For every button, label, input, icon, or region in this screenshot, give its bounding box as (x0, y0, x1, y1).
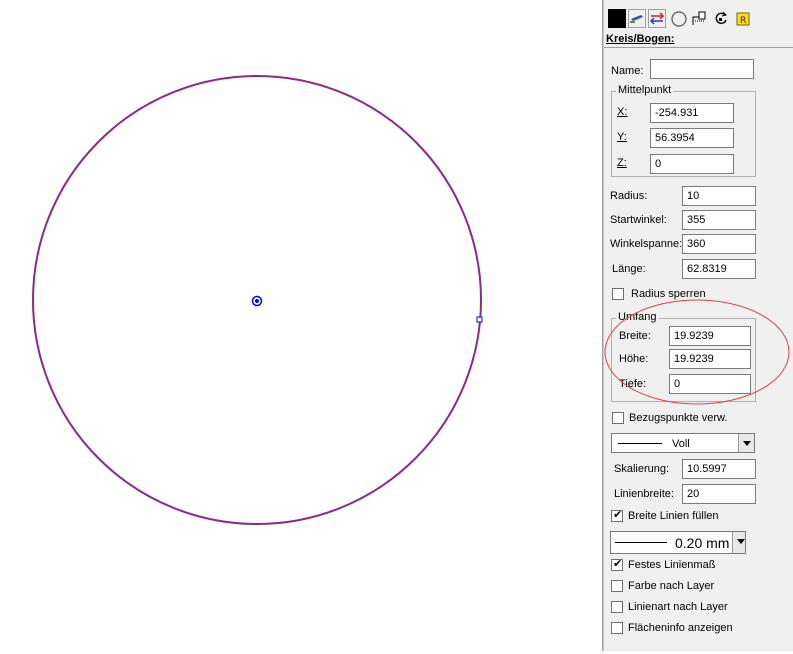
radius-input[interactable]: 10 (682, 186, 756, 206)
skalierung-label: Skalierung: (614, 463, 670, 475)
winkelspanne-label: Winkelspanne: (610, 238, 683, 250)
breite-linien-label[interactable]: Breite Linien füllen (628, 510, 719, 522)
mittelpunkt-legend: Mittelpunkt (616, 84, 674, 96)
breite-linien-checkbox[interactable]: ✔ (611, 509, 623, 522)
linestyle-preview-line (618, 443, 662, 444)
linewidth-preview-line (615, 542, 667, 543)
name-input[interactable] (650, 59, 754, 79)
center-point-dot (255, 299, 259, 303)
breite-input[interactable]: 19.9239 (669, 326, 751, 346)
hoehe-input[interactable]: 19.9239 (669, 349, 751, 369)
z-input[interactable]: 0 (650, 154, 734, 174)
panel-title: Kreis/Bogen: (606, 33, 675, 45)
arrows-icon[interactable] (648, 9, 666, 28)
radius-handle[interactable] (476, 316, 483, 323)
radius-sperren-checkbox[interactable] (612, 288, 624, 300)
linestyle-dropdown[interactable]: Voll (611, 433, 755, 453)
linewidth-dropdown[interactable]: 0.20 mm (610, 531, 746, 554)
y-input[interactable]: 56.3954 (650, 128, 734, 148)
farbe-nach-layer-label[interactable]: Farbe nach Layer (628, 580, 714, 592)
chevron-down-icon[interactable] (732, 532, 745, 553)
skalierung-input[interactable]: 10.5997 (682, 459, 756, 479)
flaecheninfo-checkbox[interactable] (611, 622, 623, 634)
bezugspunkte-checkbox[interactable] (612, 412, 624, 424)
y-label: Y: (617, 131, 627, 143)
startwinkel-label: Startwinkel: (610, 214, 667, 226)
linestyle-value: Voll (672, 438, 690, 450)
properties-panel: R Kreis/Bogen: Name: Mittelpunkt X: -254… (604, 0, 793, 651)
circle-icon[interactable] (670, 9, 688, 28)
z-label: Z: (617, 157, 627, 169)
laenge-input[interactable]: 62.8319 (682, 259, 756, 279)
tiefe-input[interactable]: 0 (669, 374, 751, 394)
hoehe-label: Höhe: (619, 353, 649, 365)
laenge-label: Länge: (612, 263, 646, 275)
check-mark-icon: ✔ (613, 558, 623, 570)
festes-linienmass-checkbox[interactable]: ✔ (611, 558, 623, 571)
pen-icon[interactable] (628, 9, 646, 28)
linienart-nach-layer-label[interactable]: Linienart nach Layer (628, 601, 728, 613)
tiefe-label: Tiefe: (619, 378, 647, 390)
festes-linienmass-label[interactable]: Festes Linienmaß (628, 559, 715, 571)
layer-icon[interactable]: R (734, 9, 752, 28)
x-label: X: (617, 106, 628, 118)
measure-icon[interactable] (690, 9, 708, 28)
flaecheninfo-label[interactable]: Flächeninfo anzeigen (628, 622, 733, 634)
color-swatch[interactable] (608, 9, 626, 28)
x-input[interactable]: -254.931 (650, 103, 734, 123)
umfang-legend: Umfang (616, 311, 659, 323)
title-divider (604, 47, 793, 48)
linienart-nach-layer-checkbox[interactable] (611, 601, 623, 613)
farbe-nach-layer-checkbox[interactable] (611, 580, 623, 592)
linienbreite-label: Linienbreite: (614, 488, 674, 500)
startwinkel-input[interactable]: 355 (682, 210, 756, 230)
name-label: Name: (611, 65, 644, 77)
linewidth-value: 0.20 mm (675, 535, 730, 551)
bezugspunkte-label[interactable]: Bezugspunkte verw. (629, 412, 727, 424)
rotate-icon[interactable] (712, 9, 730, 28)
breite-label: Breite: (619, 330, 651, 342)
check-mark-icon: ✔ (613, 509, 623, 521)
chevron-down-icon[interactable] (738, 434, 754, 452)
drawing-canvas[interactable] (0, 0, 602, 651)
radius-sperren-label[interactable]: Radius sperren (631, 288, 706, 300)
radius-label: Radius: (610, 190, 648, 202)
canvas-svg[interactable] (0, 0, 602, 651)
winkelspanne-input[interactable]: 360 (682, 234, 756, 254)
svg-text:R: R (740, 16, 746, 26)
linienbreite-input[interactable]: 20 (682, 484, 756, 504)
